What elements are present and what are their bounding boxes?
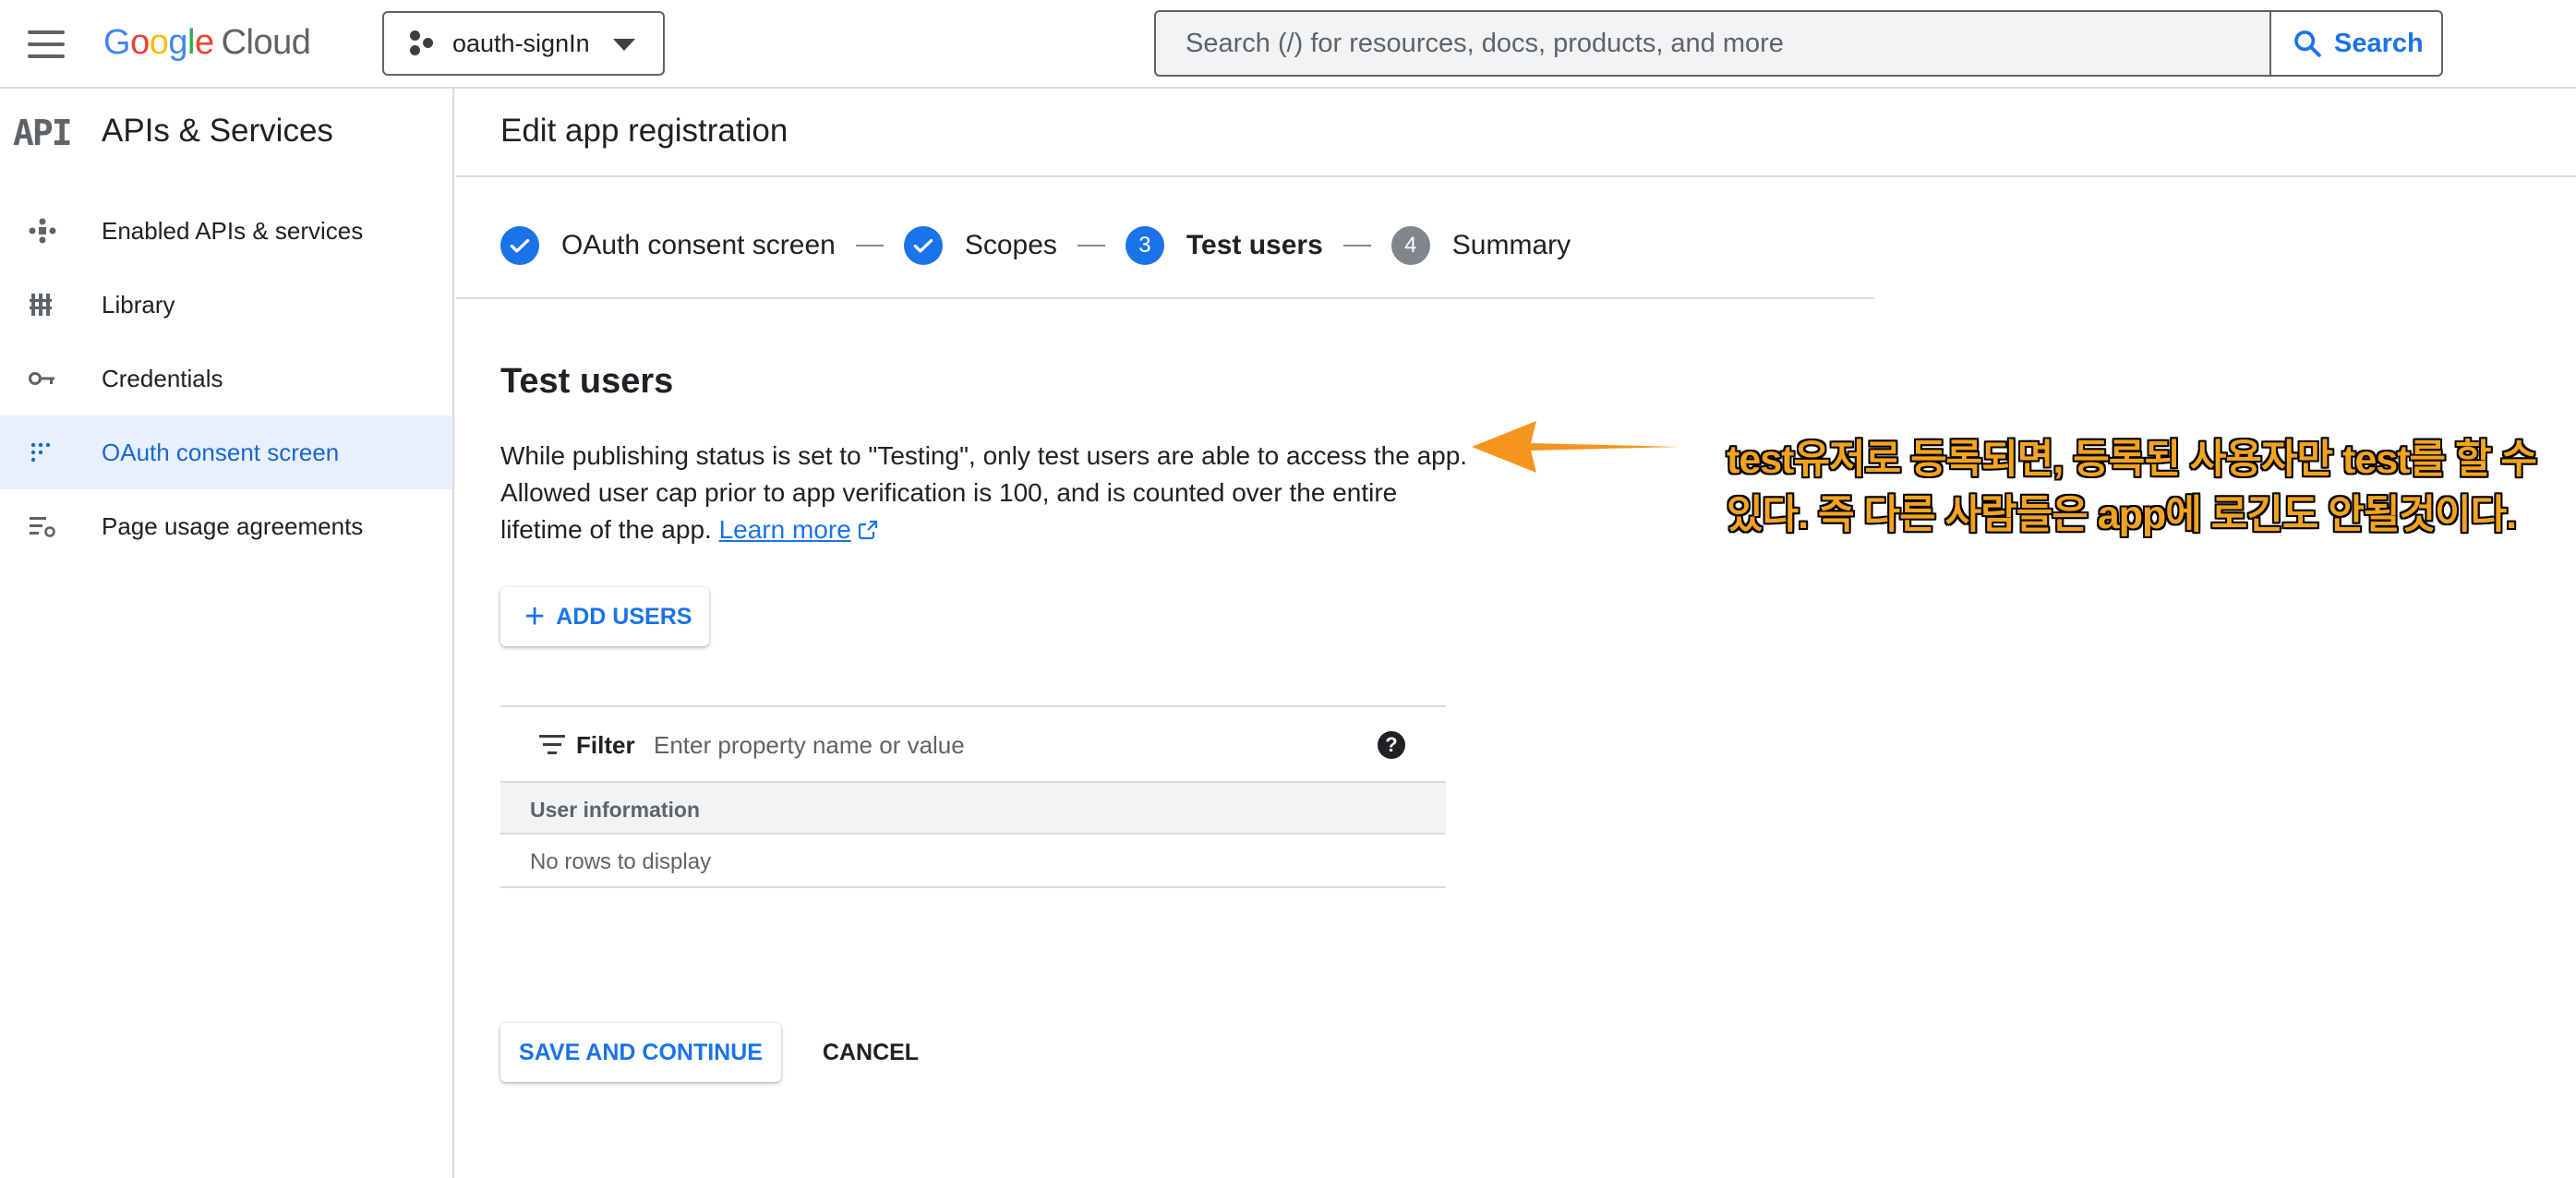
enabled-apis-icon — [29, 218, 56, 244]
search-input[interactable] — [1186, 28, 2269, 59]
sidebar-item-page-usage[interactable]: Page usage agreements — [0, 489, 452, 563]
key-icon — [29, 372, 54, 385]
menu-icon[interactable] — [28, 30, 65, 58]
learn-more-label: Learn more — [718, 515, 851, 544]
sidebar-item-label: Page usage agreements — [102, 511, 364, 540]
section-title: Test users — [500, 362, 674, 401]
sidebar: API APIs & Services Enabled APIs & servi… — [0, 89, 454, 1178]
step-label: Test users — [1186, 230, 1323, 260]
step-separator — [1077, 245, 1105, 246]
sidebar-title: APIs & Services — [102, 113, 333, 149]
step-oauth-consent[interactable]: OAuth consent screen — [500, 226, 836, 265]
annotation-note: test유저로 등록되면, 등록된 사용자만 test를 할 수 있다. 즉 다… — [1727, 438, 2537, 537]
step-label: Scopes — [964, 230, 1057, 260]
filter-bar: Filter ? — [500, 705, 1446, 781]
step-separator — [855, 245, 884, 246]
help-icon[interactable]: ? — [1378, 731, 1405, 759]
check-icon — [500, 226, 539, 265]
table-header: User information — [500, 781, 1446, 835]
sidebar-nav: Enabled APIs & services Library Credenti… — [0, 194, 452, 563]
step-scopes[interactable]: Scopes — [903, 226, 1057, 265]
page-title: Edit app registration — [500, 113, 788, 149]
sidebar-item-label: OAuth consent screen — [102, 438, 340, 466]
step-number: 4 — [1390, 226, 1430, 265]
step-test-users[interactable]: 3 Test users — [1125, 226, 1323, 265]
sidebar-item-label: Credentials — [102, 364, 223, 392]
filter-label: Filter — [576, 731, 635, 759]
filter-icon — [539, 735, 565, 755]
project-name: oauth-signIn — [452, 29, 590, 57]
cancel-button[interactable]: CANCEL — [811, 1023, 931, 1082]
description-text: While publishing status is set to "Testi… — [500, 441, 1468, 544]
step-label: Summary — [1451, 230, 1571, 260]
step-label: OAuth consent screen — [561, 230, 836, 260]
stepper: OAuth consent screen Scopes 3 Test users… — [500, 218, 1571, 273]
annotation-arrow-icon — [1472, 421, 1680, 473]
search-box — [1154, 10, 2271, 77]
add-users-button[interactable]: + ADD USERS — [500, 587, 709, 646]
description: While publishing status is set to "Testi… — [500, 438, 1479, 548]
sidebar-item-label: Library — [102, 290, 175, 319]
step-summary[interactable]: 4 Summary — [1390, 226, 1571, 265]
empty-table-message: No rows to display — [530, 849, 712, 874]
caret-down-icon — [613, 39, 635, 51]
learn-more-link[interactable]: Learn more — [719, 515, 851, 544]
search-button-label: Search — [2334, 28, 2424, 58]
external-link-icon — [858, 520, 877, 540]
sidebar-item-label: Enabled APIs & services — [102, 216, 364, 245]
save-and-continue-button[interactable]: SAVE AND CONTINUE — [500, 1023, 781, 1082]
sidebar-item-oauth-consent[interactable]: OAuth consent screen — [0, 415, 452, 489]
google-cloud-logo[interactable]: Google Cloud — [103, 20, 311, 65]
sidebar-item-enabled-apis[interactable]: Enabled APIs & services — [0, 194, 452, 268]
column-header-user-information[interactable]: User information — [530, 798, 700, 823]
project-picker[interactable]: oauth-signIn — [382, 11, 665, 76]
sidebar-item-credentials[interactable]: Credentials — [0, 342, 452, 415]
library-icon — [30, 294, 52, 316]
search-icon — [2294, 30, 2321, 57]
main-content: Edit app registration OAuth consent scre… — [456, 89, 2576, 1178]
consent-icon — [30, 442, 51, 463]
step-separator — [1342, 245, 1371, 246]
search-button[interactable]: Search — [2269, 10, 2443, 77]
sidebar-item-library[interactable]: Library — [0, 268, 452, 342]
api-icon: API — [13, 113, 73, 153]
divider — [456, 297, 1874, 299]
settings-list-icon — [30, 517, 55, 537]
step-number: 3 — [1125, 226, 1164, 265]
test-users-table: Filter ? User information No rows to dis… — [500, 705, 1446, 888]
filter-input[interactable] — [654, 724, 1374, 766]
check-icon — [903, 226, 943, 265]
add-users-label: ADD USERS — [556, 603, 692, 630]
plus-icon: + — [524, 597, 546, 636]
table-row: No rows to display — [500, 835, 1446, 888]
project-icon — [410, 30, 436, 56]
top-bar: Google Cloud oauth-signIn Search — [0, 0, 2576, 89]
